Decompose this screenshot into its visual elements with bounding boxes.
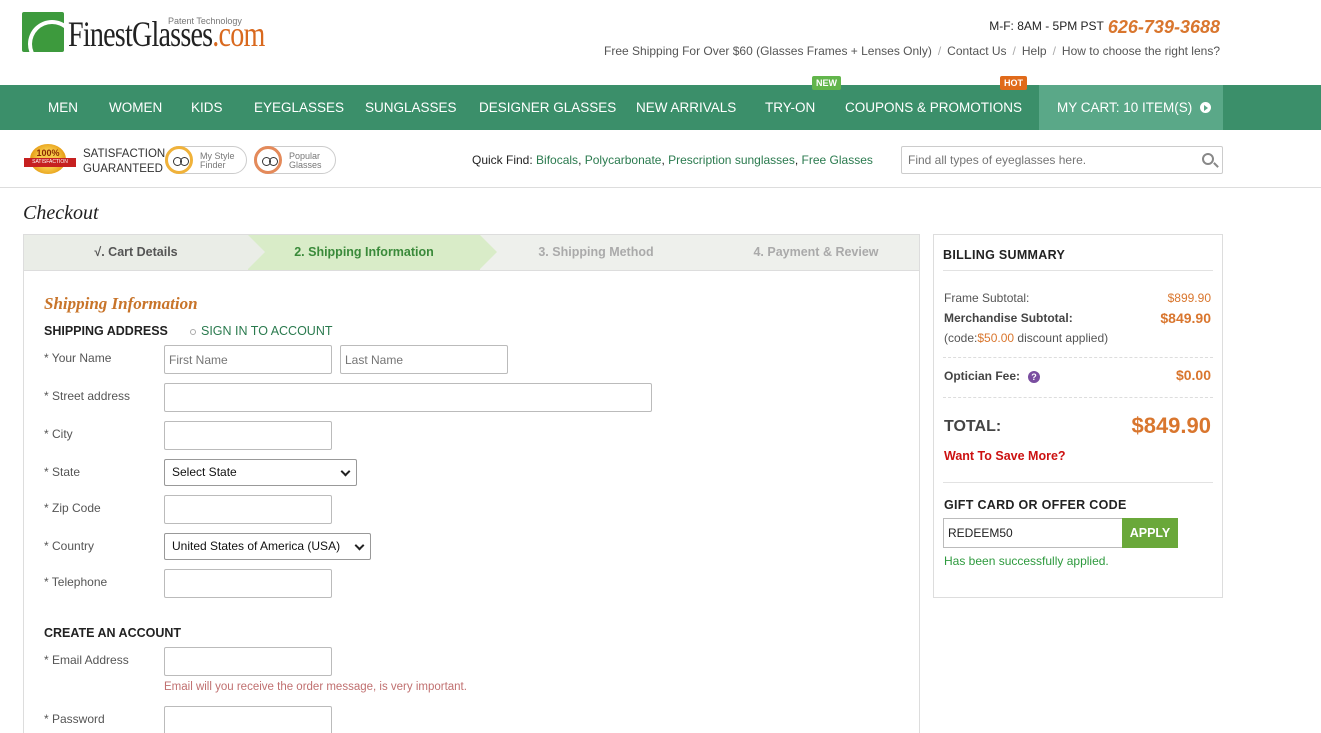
quick-link-polycarbonate[interactable]: Polycarbonate [585,153,662,167]
nav-coupons-promotions[interactable]: COUPONS & PROMOTIONS [845,85,1022,130]
telephone-field[interactable] [164,569,332,598]
quick-link-prescription-sunglasses[interactable]: Prescription sunglasses [668,153,795,167]
glasses-icon [262,157,278,166]
nav-kids[interactable]: KIDS [191,85,223,130]
help-icon[interactable]: ? [1028,371,1041,383]
glasses-icon [173,157,189,166]
nav-new-arrivals[interactable]: NEW ARRIVALS [636,85,736,130]
email-hint: Email will you receive the order message… [164,681,467,693]
offer-code-input[interactable] [943,518,1123,548]
optician-fee-value: $0.00 [1175,367,1211,383]
code-applied-message: Has been successfully applied. [944,554,1109,568]
top-links: Free Shipping For Over $60 (Glasses Fram… [604,44,1220,58]
state-label: * State [44,465,81,479]
state-select[interactable]: Select State [164,459,357,486]
zip-code-label: * Zip Code [44,501,101,515]
email-address-label: * Email Address [44,653,129,667]
nav-try-on[interactable]: TRY-ON [765,85,815,130]
nav-men[interactable]: MEN [48,85,78,130]
arrow-right-icon [1200,102,1211,113]
street-address-field[interactable] [164,383,652,412]
nav-sunglasses[interactable]: SUNGLASSES [365,85,457,130]
chevron-down-icon [354,540,365,551]
satisfaction-guaranteed: SATISFACTION GUARANTEED [83,148,166,175]
billing-summary-title: BILLING SUMMARY [943,248,1066,262]
step-shipping-information: 2. Shipping Information [248,235,497,270]
last-name-field[interactable] [340,345,508,374]
free-shipping-link[interactable]: Free Shipping For Over $60 (Glasses Fram… [604,44,932,58]
apply-button[interactable]: APPLY [1122,518,1178,548]
country-label: * Country [44,539,95,553]
password-field[interactable] [164,706,332,733]
total-value: $849.90 [1131,413,1211,438]
create-account-heading: CREATE AN ACCOUNT [44,626,182,640]
shipping-address-heading: SHIPPING ADDRESS [44,324,168,338]
want-to-save-more-link[interactable]: Want To Save More? [944,449,1066,463]
nav-women[interactable]: WOMEN [109,85,162,130]
business-hours: M-F: 8AM - 5PM PST [989,19,1104,33]
search-input[interactable] [902,147,1192,173]
my-cart-button[interactable]: MY CART: 10 ITEM(S) [1039,85,1223,130]
merchandise-subtotal-value: $849.90 [1160,310,1211,326]
cart-label: MY CART: 10 ITEM(S) [1057,100,1193,115]
zip-code-field[interactable] [164,495,332,524]
total-label: TOTAL: [944,418,1002,435]
contact-us-link[interactable]: Contact Us [947,44,1006,58]
search-box [901,146,1223,174]
site-header: FinestGlasses.com Patent Technology M-F:… [0,0,1321,85]
password-label: * Password [44,712,105,726]
lens-guide-link[interactable]: How to choose the right lens? [1062,44,1220,58]
divider [943,482,1213,483]
step-cart-details[interactable]: √. Cart Details [24,235,265,270]
first-name-field[interactable] [164,345,332,374]
popular-glasses-button[interactable]: Popular Glasses [254,146,336,174]
telephone-label: * Telephone [44,575,108,589]
sign-in-link[interactable]: SIGN IN TO ACCOUNT [190,324,333,338]
checkout-steps: √. Cart Details 2. Shipping Information … [23,234,920,271]
quick-link-bifocals[interactable]: Bifocals [536,153,578,167]
step-payment-review: 4. Payment & Review [753,245,879,259]
optician-fee-label: Optician Fee:? [944,369,1041,383]
logo-patent-text: Patent Technology [168,16,242,26]
shipping-form [23,270,920,733]
merchandise-subtotal-label: Merchandise Subtotal: [944,311,1073,325]
frame-subtotal-value: $899.90 [1167,291,1211,305]
your-name-label: * Your Name [44,351,112,365]
nav-designer-glasses[interactable]: DESIGNER GLASSES [479,85,616,130]
country-select[interactable]: United States of America (USA) [164,533,371,560]
page-title: Checkout [23,202,99,224]
location-pin-icon [190,329,196,335]
nav-eyeglasses[interactable]: EYEGLASSES [254,85,344,130]
phone-number[interactable]: 626-739-3688 [1108,17,1220,37]
contact-hours: M-F: 8AM - 5PM PST 626-739-3688 [989,17,1220,38]
step-shipping-method: 3. Shipping Method [538,245,654,259]
email-field[interactable] [164,647,332,676]
main-nav: MEN WOMEN KIDS EYEGLASSES SUNGLASSES DES… [0,85,1321,130]
help-link[interactable]: Help [1022,44,1047,58]
divider [943,357,1213,358]
logo-mark-icon [22,12,64,52]
search-icon[interactable] [1202,153,1214,165]
section-title: Shipping Information [44,294,198,313]
city-field[interactable] [164,421,332,450]
city-label: * City [44,427,73,441]
hot-badge: HOT [1000,76,1027,90]
divider [943,397,1213,398]
quick-find: Quick Find: Bifocals, Polycarbonate, Pre… [472,153,873,167]
street-address-label: * Street address [44,389,131,403]
new-badge: NEW [812,76,841,90]
discount-note: (code:$50.00 discount applied) [944,331,1109,345]
satisfaction-seal-icon: 100% SATISFACTION [24,144,76,176]
divider [943,270,1213,271]
frame-subtotal-label: Frame Subtotal: [944,291,1030,305]
quick-link-free-glasses[interactable]: Free Glasses [802,153,873,167]
my-style-finder-button[interactable]: My Style Finder [165,146,247,174]
gift-card-title: GIFT CARD OR OFFER CODE [944,498,1127,512]
chevron-down-icon [340,466,351,477]
